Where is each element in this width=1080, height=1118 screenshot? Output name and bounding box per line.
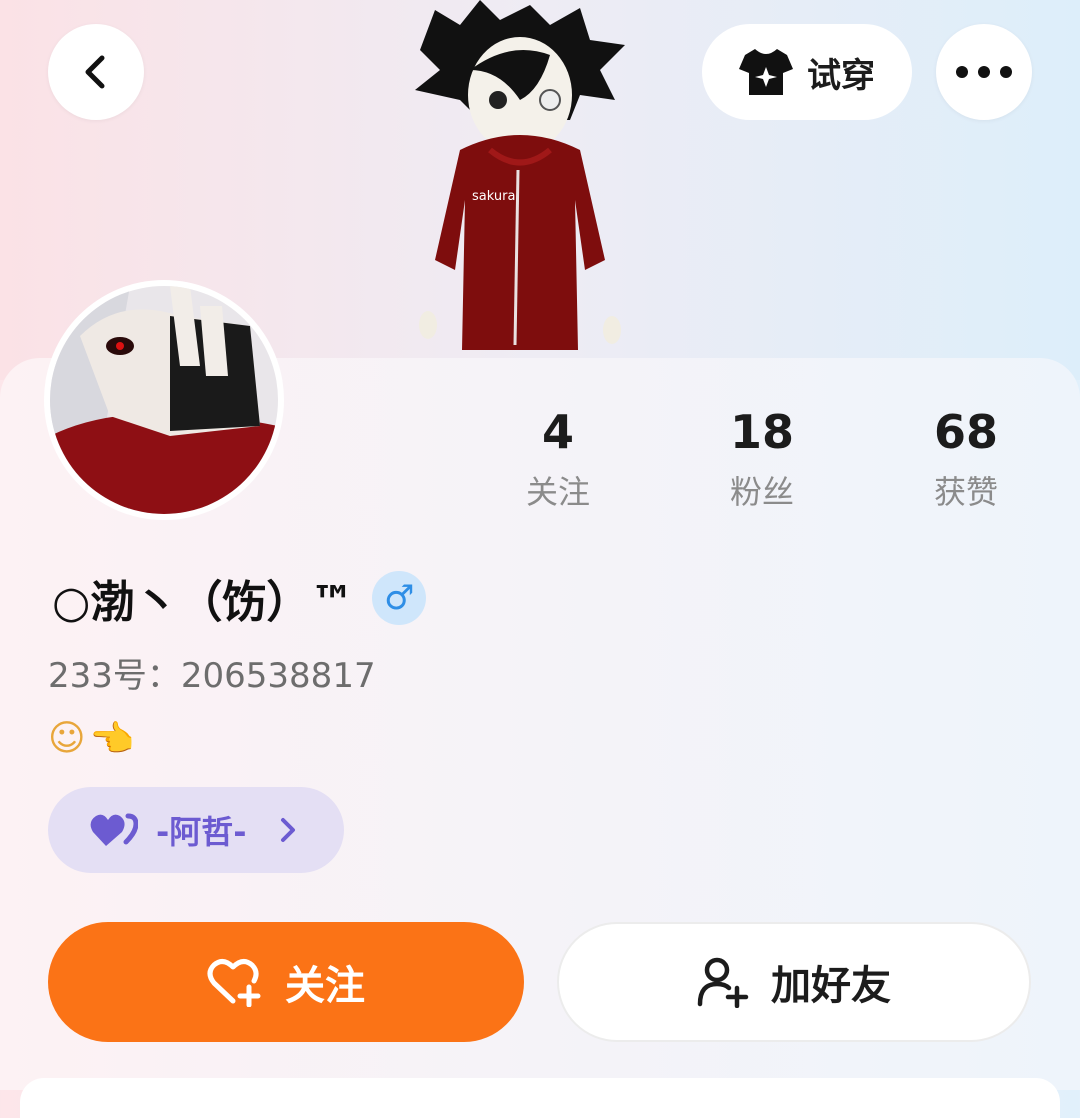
back-button[interactable] — [48, 24, 144, 120]
pointing-hand-emoji-icon: 👈 — [89, 719, 135, 760]
character-avatar-3d[interactable]: sakura — [400, 0, 640, 360]
user-id: 233号：206538817 — [48, 656, 376, 696]
more-dots-icon — [956, 66, 1012, 78]
try-on-label: 试穿 — [807, 55, 875, 96]
try-on-button[interactable]: 试穿 — [702, 24, 912, 120]
bio: ☺ 👈 — [48, 718, 134, 760]
nickname-row: ○渤丶（饬）™ ♂ — [52, 566, 427, 630]
more-options-button[interactable] — [936, 24, 1032, 120]
stat-fans-value: 18 — [729, 405, 794, 459]
chevron-left-icon — [85, 55, 105, 89]
nickname: ○渤丶（饬）™ — [52, 577, 355, 628]
cp-name: -阿哲- — [156, 813, 247, 851]
profile-avatar[interactable] — [44, 280, 284, 520]
avatar-image — [50, 286, 278, 514]
gender-male-icon: ♂ — [384, 578, 415, 618]
follow-button[interactable]: 关注 — [48, 922, 524, 1042]
smile-emoji-icon: ☺ — [48, 718, 86, 759]
add-friend-button[interactable]: 加好友 — [557, 922, 1031, 1042]
heart-plus-icon — [207, 959, 261, 1007]
stat-fans[interactable]: 18 粉丝 — [682, 400, 842, 520]
stat-likes-label: 获赞 — [933, 473, 998, 511]
stat-fans-label: 粉丝 — [729, 473, 794, 511]
content-sheet-top — [20, 1078, 1060, 1118]
cp-relation-chip[interactable]: -阿哲- — [48, 787, 344, 873]
svg-text:sakura: sakura — [472, 189, 515, 204]
stat-following[interactable]: 4 关注 — [478, 400, 638, 520]
chevron-right-icon — [280, 818, 295, 842]
stat-likes-value: 68 — [933, 405, 998, 459]
stat-following-label: 关注 — [525, 473, 590, 511]
double-heart-icon — [90, 813, 138, 846]
tshirt-icon — [739, 49, 793, 95]
add-friend-label: 加好友 — [771, 963, 891, 1009]
stat-likes[interactable]: 68 获赞 — [886, 400, 1046, 520]
gender-male-badge: ♂ — [372, 571, 427, 625]
follow-label: 关注 — [285, 963, 365, 1009]
add-user-icon — [697, 957, 749, 1008]
stat-following-value: 4 — [541, 405, 574, 459]
